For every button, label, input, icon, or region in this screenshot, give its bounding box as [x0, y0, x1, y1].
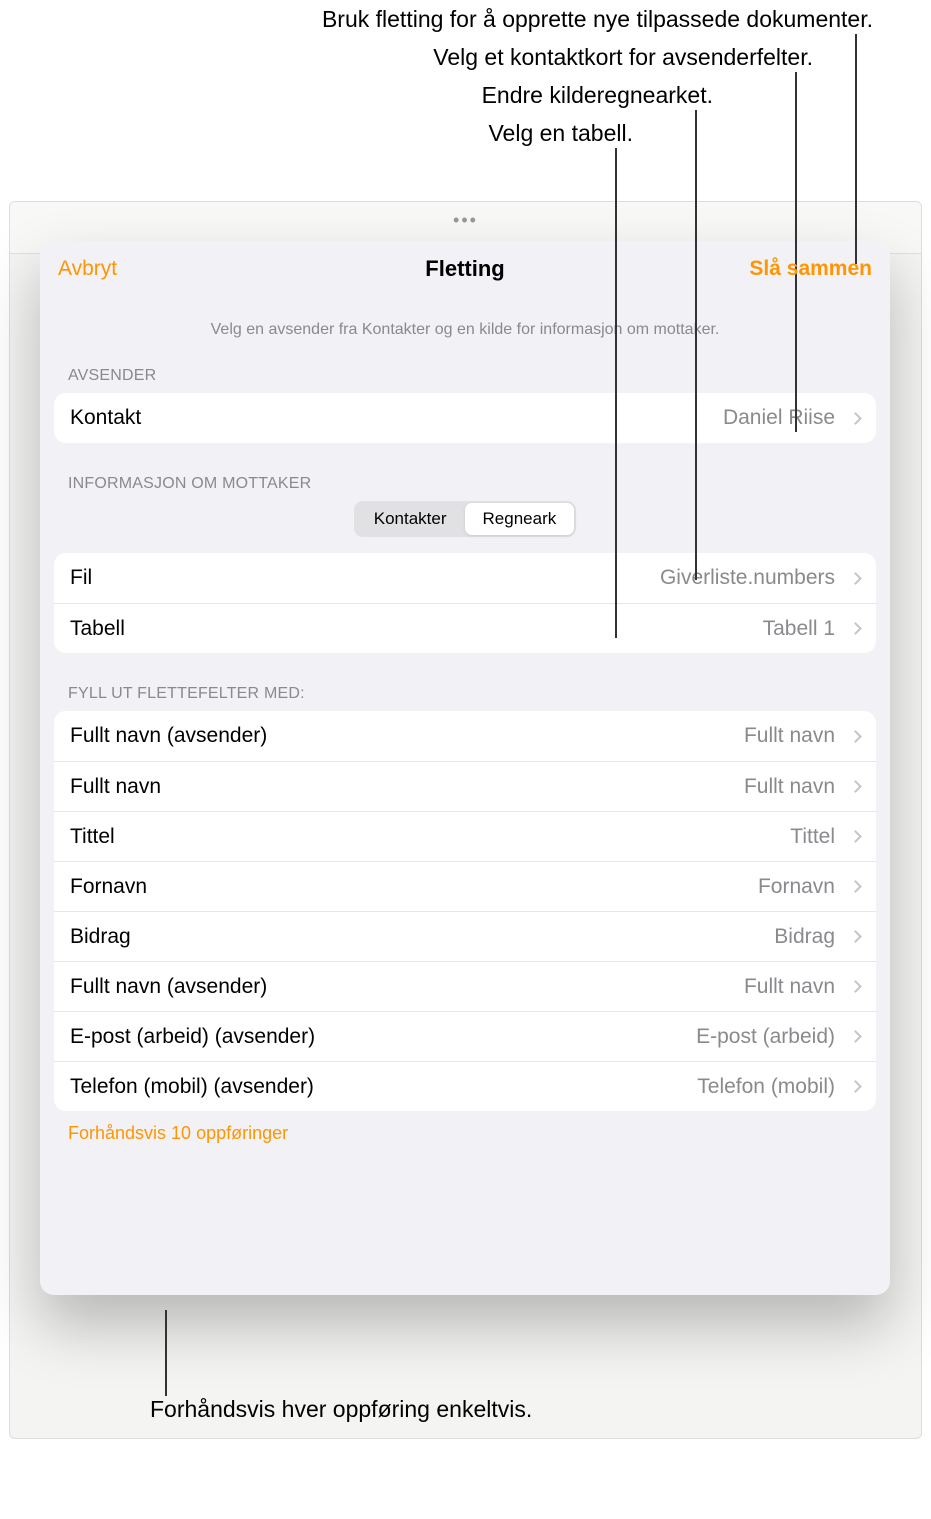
merge-field-row[interactable]: Fullt navn (avsender) Fullt navn [54, 961, 876, 1011]
callout-text: Velg et kontaktkort for avsenderfelter. [433, 44, 813, 71]
chevron-right-icon [849, 622, 862, 635]
merge-button[interactable]: Slå sammen [749, 257, 872, 281]
recipient-section-label: INFORMASJON OM MOTTAKER [68, 475, 862, 493]
sender-group: Kontakt Daniel Riise [54, 393, 876, 443]
cancel-button[interactable]: Avbryt [58, 257, 117, 281]
preview-link[interactable]: Forhåndsvis 10 oppføringer [68, 1123, 288, 1144]
merge-field-row[interactable]: Bidrag Bidrag [54, 911, 876, 961]
merge-field-value: Fullt navn [744, 775, 835, 799]
merge-field-value: Bidrag [774, 925, 835, 949]
merge-field-label: Telefon (mobil) (avsender) [70, 1075, 314, 1099]
chevron-right-icon [849, 412, 862, 425]
recipient-group: Fil Giverliste.numbers Tabell Tabell 1 [54, 553, 876, 653]
merge-field-label: Tittel [70, 825, 115, 849]
chevron-right-icon [849, 730, 862, 743]
file-label: Fil [70, 566, 92, 590]
panel-header: Avbryt Fletting Slå sammen [40, 241, 890, 297]
window-handle: ••• [453, 210, 478, 231]
chevron-right-icon [849, 880, 862, 893]
fields-group: Fullt navn (avsender)Fullt navnFullt nav… [54, 711, 876, 1111]
merge-field-row[interactable]: Telefon (mobil) (avsender) Telefon (mobil… [54, 1061, 876, 1111]
merge-field-label: Bidrag [70, 925, 131, 949]
merge-field-row[interactable]: E-post (arbeid) (avsender) E-post (arbeid… [54, 1011, 876, 1061]
table-label: Tabell [70, 617, 125, 641]
merge-field-row[interactable]: Fornavn Fornavn [54, 861, 876, 911]
merge-field-label: Fullt navn (avsender) [70, 975, 267, 999]
sender-section-label: AVSENDER [68, 367, 862, 385]
table-row[interactable]: Tabell Tabell 1 [54, 603, 876, 653]
merge-field-value: Tittel [790, 825, 835, 849]
callout-text: Bruk fletting for å opprette nye tilpass… [322, 6, 873, 33]
contact-value: Daniel Riise [723, 406, 835, 430]
merge-field-value: Fullt navn [744, 724, 835, 748]
chevron-right-icon [849, 830, 862, 843]
chevron-right-icon [849, 780, 862, 793]
chevron-right-icon [849, 930, 862, 943]
callout-text: Velg en tabell. [488, 120, 633, 147]
segment-spreadsheet[interactable]: Regneark [465, 503, 575, 535]
file-row[interactable]: Fil Giverliste.numbers [54, 553, 876, 603]
merge-field-label: Fullt navn (avsender) [70, 724, 267, 748]
callout-text: Endre kilderegnearket. [482, 82, 713, 109]
source-segmented-control[interactable]: Kontakter Regneark [354, 501, 576, 537]
merge-field-value: Fornavn [758, 875, 835, 899]
segment-contacts[interactable]: Kontakter [356, 503, 465, 535]
file-value: Giverliste.numbers [660, 566, 835, 590]
table-value: Tabell 1 [763, 617, 835, 641]
chevron-right-icon [849, 1030, 862, 1043]
merge-field-value: Telefon (mobil) [697, 1075, 835, 1099]
chevron-right-icon [849, 1080, 862, 1093]
merge-field-label: E-post (arbeid) (avsender) [70, 1025, 315, 1049]
merge-field-value: E-post (arbeid) [696, 1025, 835, 1049]
merge-field-label: Fullt navn [70, 775, 161, 799]
chevron-right-icon [849, 980, 862, 993]
panel-hint: Velg en avsender fra Kontakter og en kil… [74, 321, 856, 339]
chevron-right-icon [849, 572, 862, 585]
fields-section-label: FYLL UT FLETTEFELTER MED: [68, 685, 862, 703]
merge-field-label: Fornavn [70, 875, 147, 899]
merge-field-value: Fullt navn [744, 975, 835, 999]
merge-field-row[interactable]: Tittel Tittel [54, 811, 876, 861]
mail-merge-panel: Avbryt Fletting Slå sammen Velg en avsen… [40, 241, 890, 1295]
merge-field-row[interactable]: Fullt navn (avsender) Fullt navn [54, 711, 876, 761]
merge-field-row[interactable]: Fullt navn Fullt navn [54, 761, 876, 811]
contact-label: Kontakt [70, 406, 141, 430]
contact-row[interactable]: Kontakt Daniel Riise [54, 393, 876, 443]
